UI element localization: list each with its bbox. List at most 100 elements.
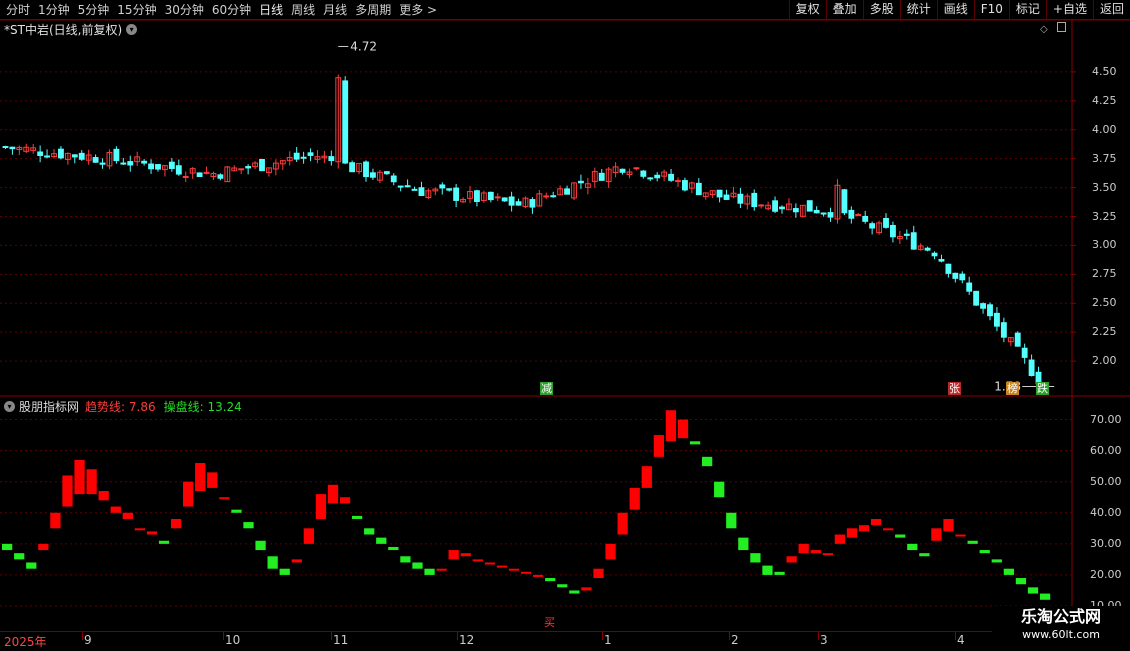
indicator-bar: [170, 518, 182, 529]
indicator-bar: [460, 553, 471, 557]
candle-body: [716, 189, 723, 198]
indicator-bar: [738, 537, 749, 551]
indicator-bar: [979, 550, 990, 554]
indicator-bar: [195, 463, 206, 492]
watermark-title: 乐淘公式网: [1020, 607, 1101, 626]
indicator-header: ▾ 股朋指标网 趋势线: 7.86 操盘线: 13.24: [4, 398, 242, 415]
candle-body: [841, 189, 848, 214]
candle-body: [37, 151, 44, 156]
indicator-bar: [303, 528, 314, 544]
candle-body: [155, 164, 161, 170]
month-label: 12: [459, 633, 475, 647]
indicator-bar: [448, 550, 459, 560]
candle-body: [910, 232, 917, 250]
candle-body: [1028, 359, 1035, 376]
watermark-url: www.60lt.com: [1022, 628, 1100, 641]
indicator-bar: [846, 528, 858, 538]
indicator-tick-label: 30.00: [1090, 536, 1122, 550]
indicator-bar: [1039, 593, 1051, 600]
indicator-bar: [339, 497, 351, 504]
indicator-bar: [50, 512, 61, 529]
candle-body: [148, 163, 154, 170]
candle-body: [390, 175, 397, 183]
indicator-bar: [508, 568, 520, 571]
indicator-tick-label: 60.00: [1090, 443, 1122, 457]
candle-body: [751, 192, 758, 208]
candle-body: [474, 190, 480, 202]
indicator-bar: [364, 528, 375, 535]
candle-body: [980, 303, 986, 309]
candle-body: [78, 152, 85, 160]
indicator-bar: [593, 568, 604, 579]
indicator-bar: [436, 568, 447, 571]
candle-body: [529, 199, 536, 208]
candle-body: [966, 282, 973, 292]
indicator-tick-label: 20.00: [1090, 567, 1122, 581]
indicator-bar: [702, 456, 713, 467]
indicator-bar: [243, 522, 254, 529]
price-tick-label: 3.50: [1092, 180, 1117, 194]
indicator-name[interactable]: 股朋指标网: [19, 398, 79, 415]
indicator-bar: [931, 528, 942, 541]
candle-body: [994, 312, 1000, 327]
candle-body: [113, 148, 120, 162]
indicator-bar: [122, 512, 133, 519]
price-tick-label: 2.25: [1092, 325, 1117, 339]
indicator-bar: [955, 534, 966, 537]
indicator-bar: [870, 518, 882, 526]
candle-body: [987, 304, 993, 317]
candle-body: [938, 258, 945, 262]
candle-body: [383, 171, 390, 175]
indicator-bar: [581, 587, 592, 591]
indicator-bar: [798, 543, 809, 554]
candle-body: [446, 188, 453, 191]
indicator-bar: [677, 419, 689, 439]
indicator-bar: [484, 562, 496, 565]
candle-body: [564, 188, 570, 195]
candle-body: [862, 215, 869, 222]
candle-body: [758, 204, 765, 207]
candle-body: [44, 155, 50, 158]
candle-body: [931, 252, 938, 257]
candle-body: [924, 247, 931, 251]
indicator-bar: [641, 466, 652, 488]
candle-body: [682, 180, 688, 191]
indicator-bar: [883, 528, 894, 531]
candle-body: [827, 212, 834, 218]
chevron-down-icon[interactable]: ▾: [4, 401, 15, 412]
indicator-bar: [991, 559, 1002, 563]
indicator-bar: [279, 568, 290, 575]
indicator-tick-label: 50.00: [1090, 474, 1122, 488]
candle-body: [370, 172, 376, 178]
indicator-bar: [714, 481, 725, 498]
high-price-label: 4.72: [350, 39, 377, 53]
price-tick-label: 4.25: [1092, 93, 1117, 107]
signal-label[interactable]: 榜: [1006, 382, 1019, 395]
signal-label[interactable]: 张: [948, 382, 961, 395]
kline-chart-canvas[interactable]: 4.721.78买: [0, 0, 1130, 650]
indicator-bar: [400, 556, 411, 563]
signal-label[interactable]: 跌: [1036, 382, 1049, 395]
candle-body: [779, 206, 785, 210]
operation-line-value: 操盘线: 13.24: [163, 400, 242, 414]
signal-label[interactable]: 减: [540, 382, 553, 395]
candle-body: [71, 154, 78, 158]
candle-body: [959, 273, 966, 281]
indicator-bar: [617, 512, 628, 535]
price-tick-label: 4.50: [1092, 64, 1117, 78]
price-tick-label: 2.50: [1092, 296, 1117, 310]
month-label: 4: [957, 633, 965, 647]
indicator-bar: [822, 553, 833, 556]
candle-body: [737, 193, 744, 204]
indicator-bar: [1027, 587, 1039, 594]
candle-body: [508, 196, 515, 206]
date-axis: 2025年 9 10 11 12 1 2 3 4: [0, 631, 1072, 651]
price-tick-label: 4.00: [1092, 122, 1117, 136]
candle-body: [92, 157, 99, 163]
candle-body: [349, 162, 356, 173]
indicator-bar: [545, 578, 556, 582]
indicator-bar: [665, 410, 677, 442]
candle-body: [418, 187, 425, 196]
candle-body: [238, 168, 245, 171]
indicator-bar: [919, 553, 930, 557]
